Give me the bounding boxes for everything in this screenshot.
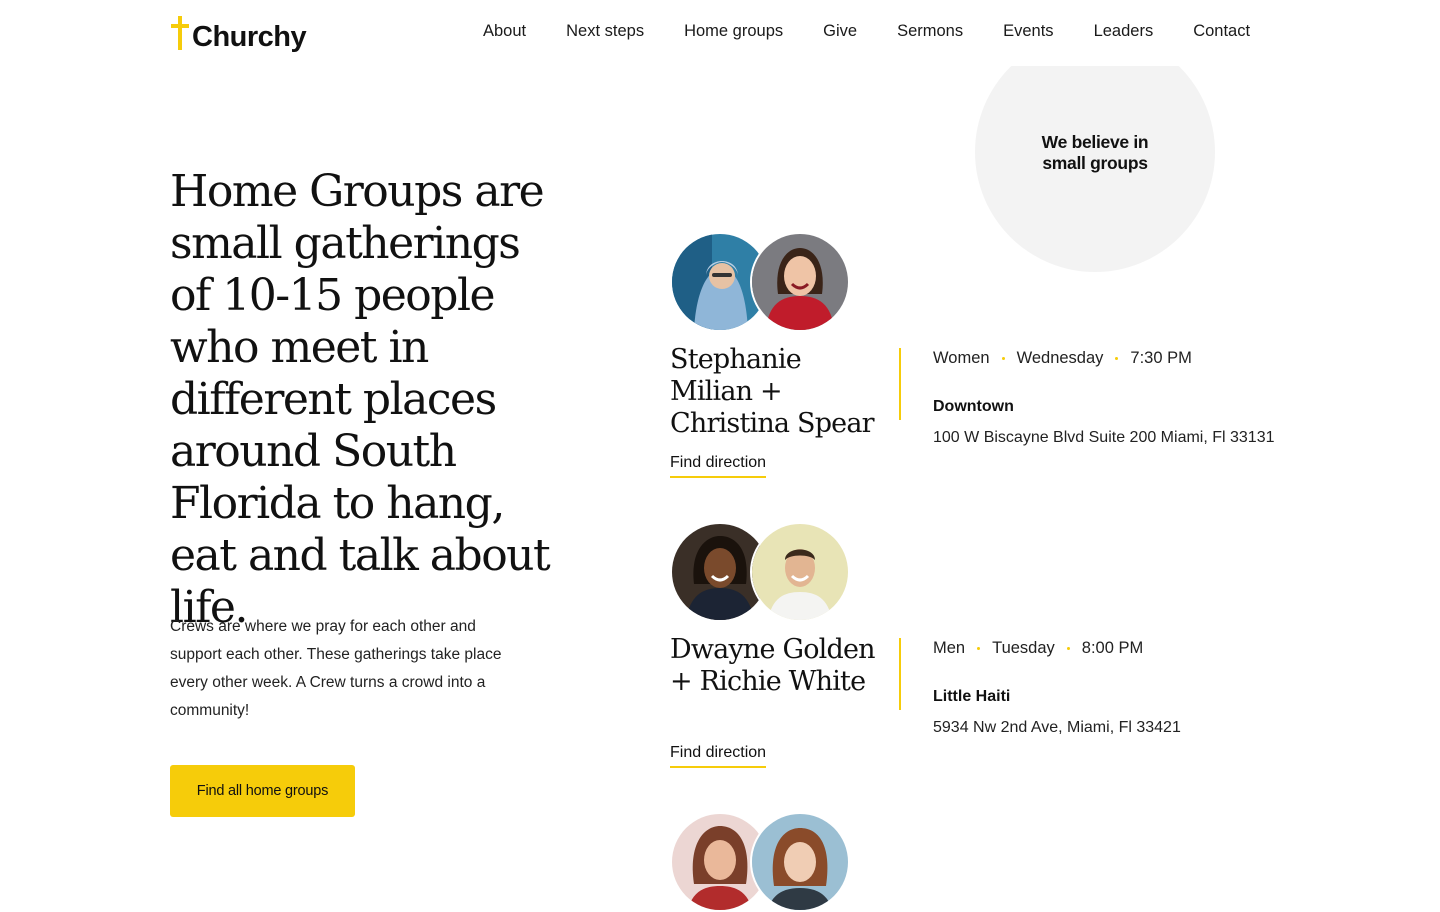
group-card (670, 812, 1290, 912)
nav-item-home-groups[interactable]: Home groups (684, 22, 783, 41)
cross-icon (170, 16, 190, 52)
leader-avatars (670, 522, 1290, 622)
group-location: Downtown (933, 398, 1014, 415)
group-address: 5934 Nw 2nd Ave, Miami, Fl 33421 (933, 719, 1181, 736)
group-leaders: Dwayne Golden + Richie White (670, 634, 876, 697)
separator-dot (977, 647, 981, 650)
avatar (750, 812, 850, 912)
group-address: 100 W Biscayne Blvd Suite 200 Miami, Fl … (933, 429, 1275, 446)
nav-item-sermons[interactable]: Sermons (897, 22, 963, 41)
group-schedule: Men Tuesday 8:00 PM (933, 639, 1143, 658)
find-all-home-groups-button[interactable]: Find all home groups (170, 765, 355, 817)
separator-dot (1066, 647, 1070, 650)
group-card: Dwayne Golden + Richie White Find direct… (670, 522, 1290, 768)
avatar (750, 522, 850, 622)
group-audience: Men (933, 639, 966, 657)
separator-dot (1115, 357, 1119, 360)
group-audience: Women (933, 349, 990, 367)
site-header: Churchy About Next steps Home groups Giv… (0, 0, 1440, 66)
group-time: 7:30 PM (1130, 349, 1192, 367)
brand-logo[interactable]: Churchy (170, 14, 307, 54)
nav-item-next-steps[interactable]: Next steps (566, 22, 644, 41)
leader-avatars (670, 232, 1290, 332)
nav-item-about[interactable]: About (483, 22, 526, 41)
small-groups-badge: We believe in small groups (1041, 132, 1149, 173)
leader-avatars (670, 812, 1290, 912)
hero-description: Crews are where we pray for each other a… (170, 618, 502, 719)
divider (899, 348, 901, 420)
nav-item-leaders[interactable]: Leaders (1094, 22, 1154, 41)
group-card: Stephanie Milian + Christina Spear Find … (670, 232, 1290, 478)
group-schedule: Women Wednesday 7:30 PM (933, 349, 1192, 368)
nav-item-events[interactable]: Events (1003, 22, 1053, 41)
find-direction-link[interactable]: Find direction (670, 454, 767, 478)
group-day: Wednesday (1016, 349, 1104, 367)
separator-dot (1001, 357, 1005, 360)
find-direction-link[interactable]: Find direction (670, 744, 767, 768)
nav-item-give[interactable]: Give (823, 22, 857, 41)
divider (899, 638, 901, 710)
nav-item-contact[interactable]: Contact (1193, 22, 1250, 41)
page-title: Home Groups are small gatherings of 10-1… (170, 166, 551, 633)
group-leaders: Stephanie Milian + Christina Spear (670, 344, 875, 439)
group-location: Little Haiti (933, 688, 1011, 705)
group-time: 8:00 PM (1081, 639, 1144, 657)
group-day: Tuesday (992, 639, 1055, 657)
main-nav: About Next steps Home groups Give Sermon… (483, 22, 1250, 41)
brand-name: Churchy (192, 20, 307, 53)
avatar (750, 232, 850, 332)
